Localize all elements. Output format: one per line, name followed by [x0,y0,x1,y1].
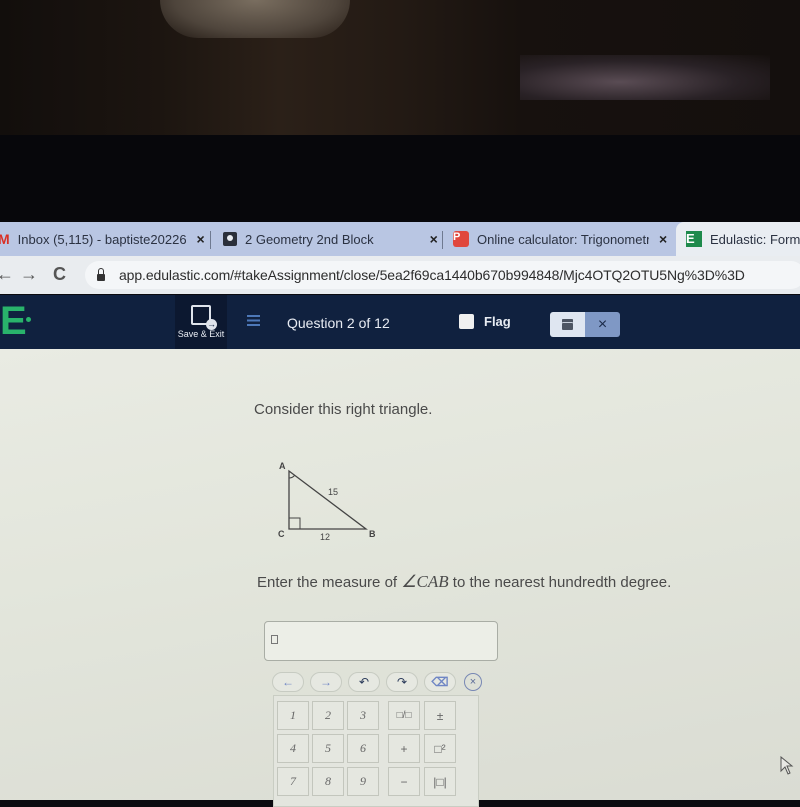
tab-close-icon[interactable]: × [197,231,205,247]
key-9[interactable]: 9 [347,767,379,796]
key-3[interactable]: 3 [347,701,379,730]
right-angle-mark [288,517,301,530]
background-photo [0,0,800,135]
hamburger-menu-icon[interactable] [247,315,260,326]
back-button[interactable]: ← [0,264,14,285]
triangle-outline [288,469,368,530]
key-absolute-value[interactable]: |□| [424,767,456,796]
tab-close-icon[interactable]: × [659,231,667,247]
input-placeholder-box [271,635,278,644]
tab-edulastic[interactable]: E Edulastic: Forma [676,222,800,256]
cursor-left-key[interactable]: ← [272,672,304,692]
keypad-grid: 1 2 3 □/□ ± 4 5 6 + □² 7 8 9 − |□| [273,695,479,807]
backspace-key[interactable]: ⌫ [424,672,456,692]
angle-math: ∠CAB [401,572,449,591]
p-icon: P [453,231,469,247]
lamp-shade [160,0,350,38]
answer-math-input[interactable] [264,621,498,661]
tab-gmail-inbox[interactable]: M Inbox (5,115) - baptiste20226 × [0,222,205,256]
key-fraction[interactable]: □/□ [388,701,420,730]
monitor-bezel [0,135,800,223]
vertex-label-a: A [279,461,286,471]
key-4[interactable]: 4 [277,734,309,763]
question-counter[interactable]: Question 2 of 12 [287,315,390,331]
tab-separator [442,231,443,249]
save-exit-label: Save & Exit [177,329,225,339]
close-tool-button[interactable]: × [585,312,620,337]
calculator-button[interactable] [550,312,585,337]
browser-tab-strip: M Inbox (5,115) - baptiste20226 × 2 Geom… [0,222,800,256]
close-icon: × [597,315,608,333]
key-5[interactable]: 5 [312,734,344,763]
key-plus-minus[interactable]: ± [424,701,456,730]
background-light [520,55,770,100]
url-text[interactable]: app.edulastic.com/#takeAssignment/close/… [119,267,745,283]
keypad-nav-row: ← → ↶ ↷ ⌫ × [272,672,482,692]
flag-label: Flag [484,314,511,329]
edulastic-icon: E [686,231,702,247]
mouse-pointer-icon [780,756,794,775]
tab-title: 2 Geometry 2nd Block [245,231,374,247]
key-7[interactable]: 7 [277,767,309,796]
key-minus[interactable]: − [388,767,420,796]
cursor-right-key[interactable]: → [310,672,342,692]
save-exit-icon [191,305,217,330]
key-6[interactable]: 6 [347,734,379,763]
angle-arc-mark [288,475,295,479]
right-triangle-figure: A C B 15 12 [278,461,376,542]
reload-button[interactable]: C [53,264,66,285]
prompt-text-before: Enter the measure of [257,574,402,591]
question-prompt: Enter the measure of ∠CAB to the nearest… [257,572,671,592]
tab-title: Online calculator: Trigonometr [477,231,649,247]
redo-key[interactable]: ↷ [386,672,418,692]
vertex-label-c: C [278,529,285,539]
save-exit-button[interactable]: Save & Exit [175,295,227,349]
tab-title: Inbox (5,115) - baptiste20226 [17,231,187,247]
classroom-icon [223,232,237,246]
clear-key[interactable]: × [464,673,482,691]
tab-geometry-2nd-block[interactable]: 2 Geometry 2nd Block × [223,222,438,256]
logo-dot [26,317,31,322]
lock-icon [97,267,105,281]
address-bar[interactable]: app.edulastic.com/#takeAssignment/close/… [85,261,800,289]
question-area: Consider this right triangle. A C B 15 1… [0,349,800,807]
vertex-label-b: B [369,529,376,539]
key-plus[interactable]: + [388,734,420,763]
tab-separator [210,231,211,249]
gmail-icon: M [0,231,10,247]
tab-title: Edulastic: Forma [710,231,800,247]
key-2[interactable]: 2 [312,701,344,730]
flag-toggle[interactable]: Flag [459,314,511,329]
prompt-text-after: to the nearest hundredth degree. [448,574,672,591]
calculator-icon [562,319,573,330]
undo-key[interactable]: ↶ [348,672,380,692]
browser-toolbar: ← → C app.edulastic.com/#takeAssignment/… [0,256,800,294]
key-8[interactable]: 8 [312,767,344,796]
key-1[interactable]: 1 [277,701,309,730]
base-label: 12 [320,532,330,542]
edulastic-logo: E [0,299,27,343]
tool-button-group: × [550,312,620,337]
hypotenuse-label: 15 [328,487,338,497]
question-intro: Consider this right triangle. [254,401,433,418]
key-exponent[interactable]: □² [424,734,456,763]
forward-button[interactable]: → [20,264,38,285]
tab-online-calculator[interactable]: P Online calculator: Trigonometr × [453,222,667,256]
assignment-header: E Save & Exit Question 2 of 12 Flag × [0,295,800,349]
tab-close-icon[interactable]: × [430,231,438,247]
flag-checkbox[interactable] [459,314,474,329]
